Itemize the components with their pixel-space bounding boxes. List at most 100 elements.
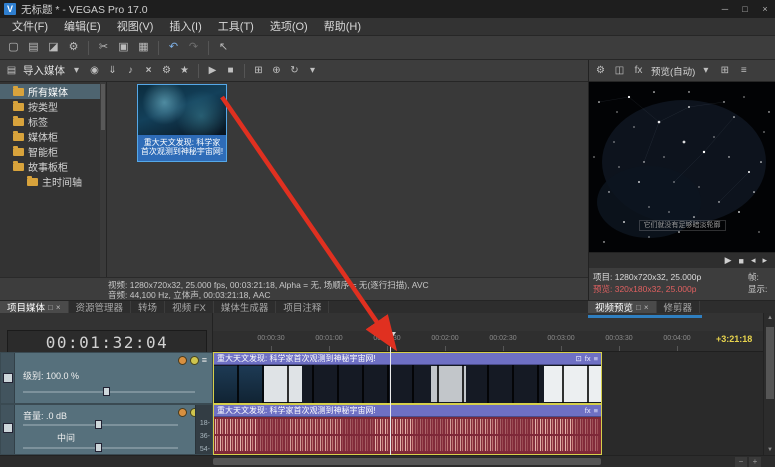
timecode-display[interactable]: 00:01:32:04 <box>7 330 207 354</box>
open-project-icon[interactable]: ▤ <box>24 38 43 57</box>
loop-region-bar[interactable] <box>588 315 702 318</box>
tab-video-fx[interactable]: 视频 FX <box>165 301 214 314</box>
zoom-out-button[interactable]: − <box>735 457 747 467</box>
audio-volume-slider[interactable] <box>23 420 178 429</box>
close-button[interactable]: × <box>755 0 775 18</box>
previous-frame-button[interactable]: ◂ <box>751 255 756 266</box>
timeline-cursor[interactable] <box>390 331 391 455</box>
maximize-button[interactable]: □ <box>735 0 755 18</box>
bin-media-bins[interactable]: 媒体柜 <box>0 129 106 144</box>
track-fader-handle[interactable] <box>3 373 13 383</box>
bin-all-media[interactable]: 所有媒体 <box>0 84 106 99</box>
zoom-in-button[interactable]: + <box>749 457 761 467</box>
preview-quality-arrow-icon[interactable]: ▾ <box>697 62 714 79</box>
copy-icon[interactable]: ▣ <box>114 38 133 57</box>
bin-by-type[interactable]: 按类型 <box>0 99 106 114</box>
menu-help[interactable]: 帮助(H) <box>316 18 369 36</box>
event-menu-icon[interactable]: ≡ <box>594 406 598 415</box>
tab-close-icon[interactable]: × <box>56 303 61 312</box>
menu-insert[interactable]: 插入(I) <box>161 18 209 36</box>
menu-options[interactable]: 选项(O) <box>262 18 316 36</box>
tab-trimmer[interactable]: 修剪器 <box>657 301 701 314</box>
tab-window-icon[interactable]: □ <box>48 303 53 312</box>
track-mute-button[interactable] <box>177 408 187 417</box>
menu-edit[interactable]: 编辑(E) <box>56 18 109 36</box>
capture-video-icon[interactable]: ◉ <box>86 62 103 79</box>
audio-event-title-bar[interactable]: 重大天文发现: 科学家首次观测到神秘宇宙网! fx ≡ <box>214 405 601 417</box>
media-item[interactable]: 重大天文发现: 科学家 首次观测到神秘宇宙网! <box>137 84 227 162</box>
vertical-scroll-thumb[interactable] <box>766 327 774 399</box>
media-properties-icon[interactable]: ⚙ <box>158 62 175 79</box>
project-properties-icon[interactable]: ⚙ <box>64 38 83 57</box>
tab-window-icon[interactable]: □ <box>636 303 641 312</box>
preview-settings-gear-icon[interactable]: ⚙ <box>592 62 609 79</box>
scroll-down-icon[interactable]: ▼ <box>764 447 775 453</box>
undo-icon[interactable]: ↶ <box>164 38 183 57</box>
menu-view[interactable]: 视图(V) <box>109 18 162 36</box>
tab-transitions[interactable]: 转场 <box>131 301 166 314</box>
remove-media-icon[interactable]: × <box>140 62 157 79</box>
start-preview-icon[interactable]: ▶ <box>204 62 221 79</box>
new-project-icon[interactable]: ▢ <box>4 38 23 57</box>
views-icon[interactable]: ⊞ <box>250 62 267 79</box>
stop-button[interactable]: ■ <box>739 256 744 266</box>
menu-file[interactable]: 文件(F) <box>4 18 56 36</box>
bin-smart-bins[interactable]: 智能柜 <box>0 144 106 159</box>
zoom-icon[interactable]: ⊕ <box>268 62 285 79</box>
audio-event-waveform[interactable] <box>214 417 601 454</box>
video-event[interactable]: 重大天文发现: 科学家首次观测到神秘宇宙网! ⊡ fx ≡ <box>213 352 602 404</box>
audio-pan-slider-handle[interactable] <box>95 443 102 452</box>
tab-project-media[interactable]: 项目媒体 □ × <box>0 301 69 314</box>
tab-project-notes[interactable]: 项目注释 <box>276 301 330 314</box>
event-fx-icon[interactable]: fx <box>585 406 591 415</box>
tab-video-preview[interactable]: 视频预览 □ × <box>588 301 657 314</box>
video-level-slider-handle[interactable] <box>103 387 110 396</box>
audio-volume-slider-handle[interactable] <box>95 420 102 429</box>
tab-explorer[interactable]: 资源管理器 <box>69 301 132 314</box>
minimize-button[interactable]: ─ <box>715 0 735 18</box>
preview-menu-icon[interactable]: ≡ <box>735 62 752 79</box>
menu-tools[interactable]: 工具(T) <box>210 18 262 36</box>
track-menu-icon[interactable]: ≡ <box>202 356 207 365</box>
audio-event[interactable]: 重大天文发现: 科学家首次观测到神秘宇宙网! fx ≡ <box>213 404 602 455</box>
stop-preview-icon[interactable]: ■ <box>222 62 239 79</box>
video-output-fx-icon[interactable]: fx <box>630 62 647 79</box>
bin-main-timeline[interactable]: 主时间轴 <box>0 174 106 189</box>
grid-overlay-icon[interactable]: ⊞ <box>716 62 733 79</box>
track-resize-strip[interactable] <box>1 405 15 454</box>
refresh-icon[interactable]: ↻ <box>286 62 303 79</box>
media-list-icon[interactable]: ▤ <box>3 62 20 79</box>
track-resize-strip[interactable] <box>1 353 15 403</box>
play-button[interactable]: ▶ <box>725 255 732 266</box>
tab-media-generators[interactable]: 媒体生成器 <box>214 301 277 314</box>
extract-audio-icon[interactable]: ♪ <box>122 62 139 79</box>
get-media-icon[interactable]: ⇓ <box>104 62 121 79</box>
video-track-header[interactable]: ≡ 级别: 100.0 % <box>0 352 213 404</box>
video-event-title-bar[interactable]: 重大天文发现: 科学家首次观测到神秘宇宙网! ⊡ fx ≡ <box>214 353 601 365</box>
event-fx-icon[interactable]: fx <box>585 354 591 363</box>
more-options-icon[interactable]: ▾ <box>304 62 321 79</box>
timeline-vertical-scrollbar[interactable]: ▲ ▼ <box>763 313 775 455</box>
import-media-button[interactable]: 导入媒体 <box>21 63 67 78</box>
video-event-filmstrip[interactable] <box>214 365 601 403</box>
video-level-slider[interactable] <box>23 387 195 396</box>
track-mute-button[interactable] <box>177 356 187 365</box>
audio-pan-slider[interactable] <box>23 443 178 452</box>
next-frame-button[interactable]: ▸ <box>762 255 767 266</box>
track-fader-handle[interactable] <box>3 423 13 433</box>
import-dropdown-icon[interactable]: ▾ <box>68 62 85 79</box>
split-screen-icon[interactable]: ◫ <box>611 62 628 79</box>
timeline-horizontal-scrollbar[interactable]: − + <box>0 455 775 467</box>
paste-icon[interactable]: ▦ <box>134 38 153 57</box>
cut-icon[interactable]: ✂ <box>94 38 113 57</box>
tree-scrollbar[interactable] <box>100 82 106 277</box>
event-menu-icon[interactable]: ≡ <box>594 354 598 363</box>
bin-tags[interactable]: 标签 <box>0 114 106 129</box>
redo-icon[interactable]: ↷ <box>184 38 203 57</box>
preview-quality-dropdown[interactable]: 预览(自动) <box>651 64 695 78</box>
edit-tool-icon[interactable]: ↖ <box>214 38 233 57</box>
save-project-icon[interactable]: ◪ <box>44 38 63 57</box>
track-solo-button[interactable] <box>189 356 199 365</box>
tab-close-icon[interactable]: × <box>644 303 649 312</box>
horizontal-scroll-thumb[interactable] <box>213 458 601 465</box>
